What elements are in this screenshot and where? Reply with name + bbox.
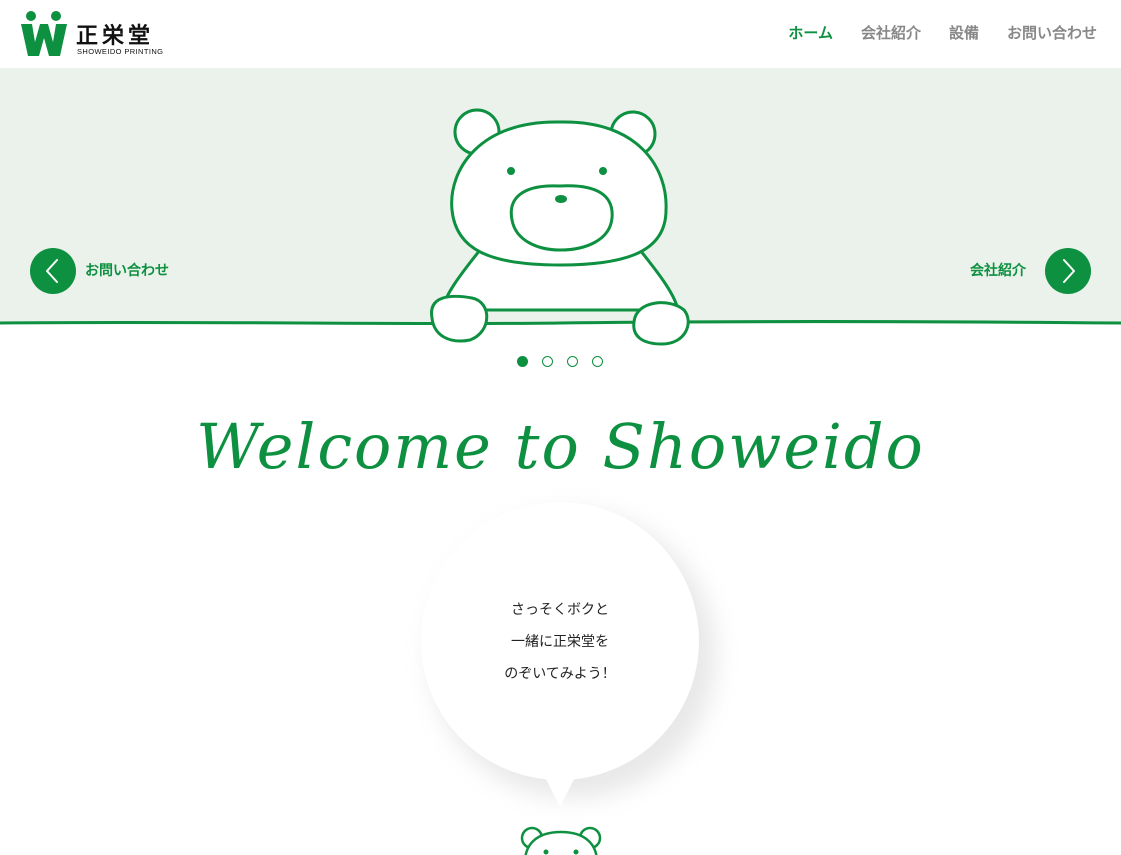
site-header: 正栄堂 SHOWEIDO PRINTING ホーム 会社紹介 設備 お問い合わせ [0, 0, 1121, 68]
slider-next-label[interactable]: 会社紹介 [970, 260, 1026, 280]
slider-dot[interactable] [567, 356, 578, 367]
speech-bubble-text: さっそくボクと 一緒に正栄堂を のぞいてみよう！ [421, 594, 699, 690]
chevron-left-icon [46, 259, 58, 283]
site-logo[interactable]: 正栄堂 SHOWEIDO PRINTING [20, 10, 164, 58]
bubble-line: さっそくボクと [511, 602, 609, 618]
speech-bubble-tail [544, 775, 576, 807]
logo-subtitle: SHOWEIDO PRINTING [77, 47, 164, 56]
nav-item-company[interactable]: 会社紹介 [861, 22, 921, 43]
small-bear-icon [520, 826, 602, 855]
nav-item-equipment[interactable]: 設備 [949, 22, 979, 43]
slider-prev-button[interactable] [30, 248, 76, 294]
welcome-title: Welcome to Showeido [196, 410, 925, 483]
slider-prev-label[interactable]: お問い合わせ [85, 260, 169, 280]
bear-illustration [430, 108, 690, 346]
slider-pagination [517, 356, 603, 367]
slider-dot[interactable] [542, 356, 553, 367]
main-nav: ホーム 会社紹介 設備 お問い合わせ [788, 22, 1097, 43]
showeido-w-logo-icon [21, 11, 67, 56]
bubble-line: のぞいてみよう！ [504, 666, 616, 682]
nav-item-home[interactable]: ホーム [788, 22, 833, 43]
slider-next-button[interactable] [1045, 248, 1091, 294]
logo-kanji: 正栄堂 [76, 24, 155, 49]
nav-item-contact[interactable]: お問い合わせ [1007, 22, 1097, 43]
bubble-line: 一緒に正栄堂を [511, 634, 609, 650]
slider-dot[interactable] [517, 356, 528, 367]
chevron-right-icon [1063, 259, 1075, 283]
slider-dot[interactable] [592, 356, 603, 367]
